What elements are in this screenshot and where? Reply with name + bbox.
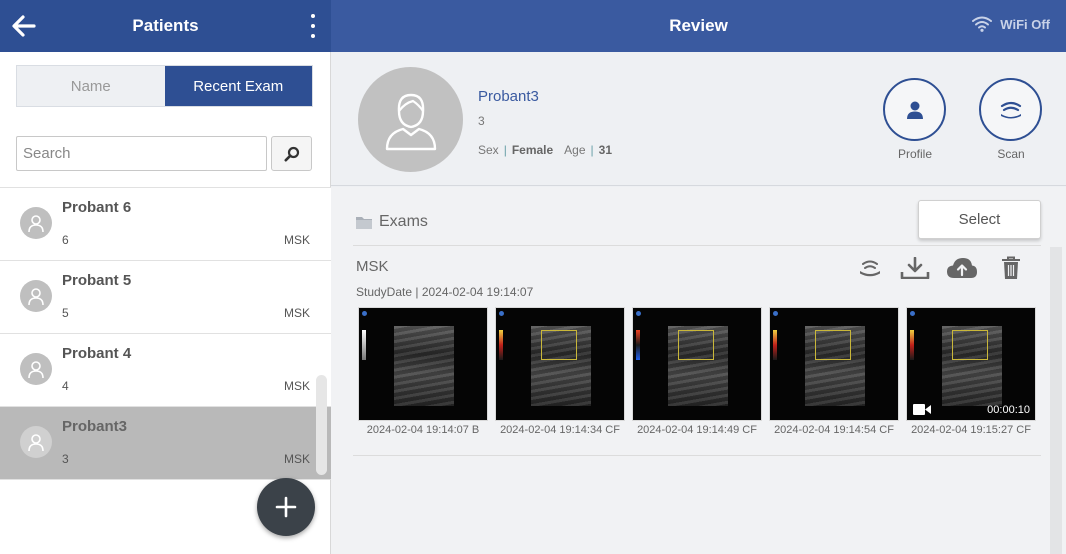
ultrasound-thumbnail [769, 307, 899, 421]
exams-scrollbar[interactable] [1050, 247, 1062, 554]
cloud-upload-icon[interactable] [946, 255, 978, 281]
patient-modality: MSK [283, 452, 310, 466]
review-header: Review WiFi Off [331, 0, 1066, 52]
scan-exam-icon[interactable] [854, 255, 886, 281]
list-item-probant3-selected[interactable]: Probant3 3 MSK [0, 407, 331, 480]
patient-name: Probant 5 [62, 272, 132, 289]
profile-button[interactable] [883, 78, 946, 141]
tab-name[interactable]: Name [17, 66, 165, 106]
folder-icon [356, 216, 372, 229]
patient-demographics: Sex | Female Age | 31 [478, 143, 613, 157]
list-item-probant-5[interactable]: Probant 5 5 MSK [0, 261, 331, 334]
trash-icon[interactable] [995, 255, 1027, 281]
page-title: Review [669, 16, 728, 35]
patient-modality: MSK [283, 379, 310, 393]
study-date: StudyDate | 2024-02-04 19:14:07 [356, 285, 534, 299]
image-caption: 2024-02-04 19:14:34 CF [500, 424, 620, 436]
plus-icon [275, 496, 297, 518]
list-item-probant-4[interactable]: Probant 4 4 MSK [0, 334, 331, 407]
back-arrow-icon[interactable] [10, 13, 38, 39]
add-patient-button[interactable] [257, 478, 315, 536]
image-caption: 2024-02-04 19:15:27 CF [911, 424, 1031, 436]
search-button[interactable] [271, 136, 312, 171]
patient-modality: MSK [283, 306, 310, 320]
ultrasound-thumbnail [358, 307, 488, 421]
search-icon [284, 146, 299, 161]
download-icon[interactable] [899, 255, 931, 281]
patient-list: Probant 6 6 MSK Probant 5 5 MSK Probant … [0, 188, 331, 480]
scan-label: Scan [997, 147, 1025, 161]
divider [353, 245, 1041, 246]
image-caption: 2024-02-04 19:14:54 CF [774, 424, 894, 436]
profile-label: Profile [897, 147, 932, 161]
list-item-probant-6[interactable]: Probant 6 6 MSK [0, 188, 331, 261]
ultrasound-thumbnail: 00:00:10 [906, 307, 1036, 421]
exam-image-4[interactable]: 2024-02-04 19:14:54 CF [769, 307, 899, 437]
app-header: Patients Review WiFi Off [0, 0, 1066, 52]
patient-name: Probant 4 [62, 345, 132, 362]
patient-id: 5 [62, 306, 69, 320]
patient-profile-card: Probant3 3 Sex | Female Age | 31 Profile… [331, 52, 1066, 186]
tab-recent-exam[interactable]: Recent Exam [164, 66, 312, 106]
patient-name: Probant3 [62, 418, 128, 435]
exams-panel: Exams Select MSK StudyDate | 2024-02-04 … [331, 187, 1066, 554]
sex-value: Female [511, 143, 554, 157]
exams-title: Exams [379, 213, 428, 230]
list-scrollbar[interactable] [316, 375, 327, 475]
exam-image-2[interactable]: 2024-02-04 19:14:34 CF [495, 307, 625, 437]
exams-header: Exams [355, 213, 428, 231]
patient-id: 4 [62, 379, 69, 393]
patients-pane: Name Recent Exam Probant 6 6 MSK Probant… [0, 52, 331, 554]
patient-avatar-icon [358, 67, 463, 172]
scan-button[interactable] [979, 78, 1042, 141]
patient-modality: MSK [283, 233, 310, 247]
patient-name: Probant3 [478, 88, 539, 105]
exam-image-3[interactable]: 2024-02-04 19:14:49 CF [632, 307, 762, 437]
wifi-label: WiFi Off [1000, 16, 1050, 32]
select-button[interactable]: Select [918, 200, 1041, 239]
patient-avatar-icon [20, 280, 52, 312]
image-caption: 2024-02-04 19:14:07 B [366, 424, 480, 436]
exam-video-5[interactable]: 00:00:10 2024-02-04 19:15:27 CF [906, 307, 1036, 437]
video-camera-icon [913, 404, 931, 415]
search-input[interactable] [16, 136, 267, 171]
patient-id: 6 [62, 233, 69, 247]
patient-avatar-icon [20, 207, 52, 239]
exam-modality: MSK [356, 258, 389, 275]
wifi-icon [972, 16, 993, 32]
patients-title: Patients [132, 16, 199, 35]
image-caption: 2024-02-04 19:14:49 CF [637, 424, 757, 436]
ultrasound-scan-icon [1000, 101, 1021, 118]
patient-name: Probant 6 [62, 199, 132, 216]
more-options-icon[interactable] [305, 14, 321, 38]
video-duration: 00:00:10 [987, 404, 1030, 416]
patient-id: 3 [62, 452, 69, 466]
wifi-status: WiFi Off [972, 16, 1050, 32]
age-label: Age [564, 143, 586, 157]
patient-avatar-icon [20, 353, 52, 385]
sort-segmented-control: Name Recent Exam [16, 65, 313, 107]
sex-label: Sex [478, 143, 499, 157]
exam-image-1[interactable]: 2024-02-04 19:14:07 B [358, 307, 488, 437]
patients-header: Patients [0, 0, 331, 52]
age-value: 31 [598, 143, 613, 157]
ultrasound-thumbnail [632, 307, 762, 421]
patient-id: 3 [478, 114, 485, 128]
person-icon [906, 101, 923, 119]
exam-image-strip: 2024-02-04 19:14:07 B 2024-02-04 19:14:3… [358, 307, 1036, 437]
ultrasound-thumbnail [495, 307, 625, 421]
divider [353, 455, 1041, 456]
patient-avatar-icon [20, 426, 52, 458]
